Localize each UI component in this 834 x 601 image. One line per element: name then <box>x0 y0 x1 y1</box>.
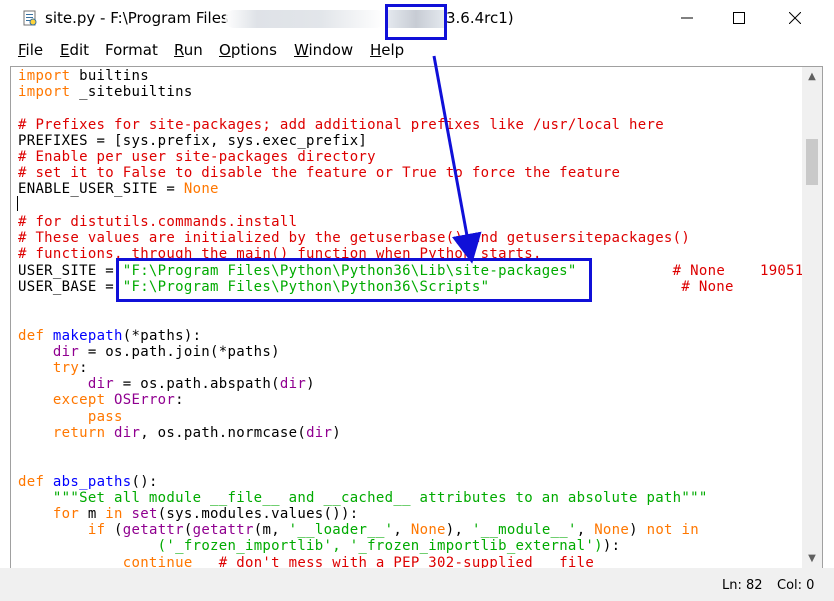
menu-edit-label: dit <box>69 41 90 59</box>
idle-editor-window: site.py - F:\Program Files 3.6.4rc1) Fil… <box>0 0 834 601</box>
vertical-scrollbar[interactable]: ▲ ▼ <box>802 66 823 570</box>
code-line: # Enable per user site-packages director… <box>18 149 376 165</box>
scroll-up-icon[interactable]: ▲ <box>802 67 822 85</box>
window-title: site.py - F:\Program Files <box>45 9 229 27</box>
close-button[interactable] <box>766 0 824 36</box>
menu-edit[interactable]: Edit <box>60 41 89 59</box>
menu-format-label: ormat <box>113 41 158 59</box>
code-line: # set it to False to disable the feature… <box>18 165 621 181</box>
scroll-down-icon[interactable]: ▼ <box>802 549 822 567</box>
window-title-version: 3.6.4rc1) <box>446 9 514 27</box>
menu-help[interactable]: Help <box>370 41 404 59</box>
menu-format-first: F <box>105 41 114 59</box>
code-line: """Set all module __file__ and __cached_… <box>18 490 708 506</box>
code-line: if (getattr(getattr(m, '__loader__', Non… <box>87 522 699 538</box>
minimize-button[interactable] <box>658 0 716 36</box>
status-line-number: Ln: 82 <box>722 578 763 593</box>
code-line: # These values are initialized by the ge… <box>18 230 691 246</box>
code-line: ENABLE_USER_SITE = None <box>18 181 219 197</box>
code-line: # for distutils.commands.install <box>18 214 298 230</box>
menu-options-mnemonic: O <box>219 41 231 59</box>
code-line: pass <box>87 409 123 425</box>
menu-options[interactable]: Options <box>219 41 277 59</box>
annotation-box-paths <box>116 258 592 302</box>
menu-file-label: ile <box>25 41 44 59</box>
menu-help-mnemonic: H <box>370 41 382 59</box>
menu-format[interactable]: Format <box>105 41 158 59</box>
code-line: import builtins <box>18 68 149 84</box>
menu-file[interactable]: File <box>18 41 43 59</box>
code-line: dir = os.path.join(*paths) <box>52 344 280 360</box>
code-line: except OSError: <box>52 392 184 408</box>
code-line: ('_frozen_importlib', '_frozen_importlib… <box>157 538 621 554</box>
code-line: # Prefixes for site-packages; add additi… <box>18 117 664 133</box>
code-line: def makepath(*paths): <box>18 328 202 344</box>
code-line: try: <box>52 360 88 376</box>
maximize-button[interactable] <box>710 0 768 36</box>
code-editor[interactable]: import builtins import _sitebuiltins # P… <box>10 66 803 570</box>
close-icon <box>789 12 801 24</box>
minimize-icon <box>681 17 693 19</box>
menu-window-mnemonic: W <box>294 41 309 59</box>
code-line: for m in set(sys.modules.values()): <box>52 506 359 522</box>
menu-help-label: elp <box>381 41 405 59</box>
status-column-number: Col: 0 <box>777 578 815 593</box>
menu-file-mnemonic: F <box>18 41 26 59</box>
menu-run-label: un <box>183 41 203 59</box>
menu-bar: File Edit Format Run Options Window Help <box>0 38 834 64</box>
status-bar: Ln: 82 Col: 0 <box>0 568 834 601</box>
menu-window[interactable]: Window <box>294 41 353 59</box>
code-line: return dir, os.path.normcase(dir) <box>52 425 341 441</box>
menu-run-mnemonic: R <box>174 41 184 59</box>
code-line: def abs_paths(): <box>18 474 158 490</box>
menu-options-label: ptions <box>230 41 277 59</box>
text-cursor <box>17 196 18 211</box>
annotation-box-title <box>385 4 447 40</box>
code-line: dir = os.path.abspath(dir) <box>87 376 315 392</box>
menu-run[interactable]: Run <box>174 41 203 59</box>
maximize-icon <box>733 12 745 24</box>
code-line: import _sitebuiltins <box>18 84 193 100</box>
redacted-title-part <box>225 10 385 28</box>
code-line: PREFIXES = [sys.prefix, sys.exec_prefix] <box>18 133 368 149</box>
python-file-icon <box>23 10 37 26</box>
menu-window-label: indow <box>308 41 354 59</box>
scroll-thumb[interactable] <box>806 139 818 185</box>
